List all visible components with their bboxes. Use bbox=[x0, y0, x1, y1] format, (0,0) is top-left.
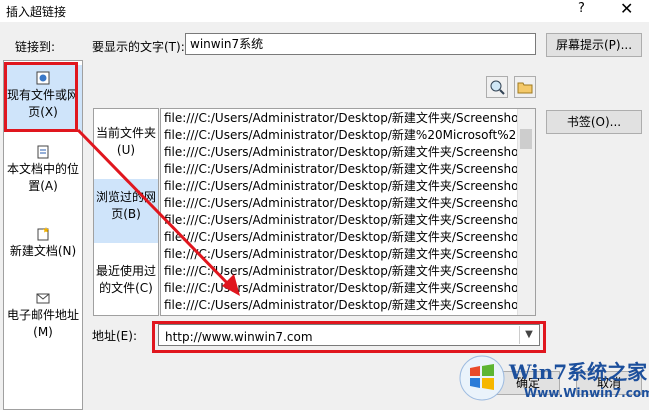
list-item[interactable]: file:///C:/Users/Administrator/Desktop/新… bbox=[164, 246, 523, 263]
web-page-icon bbox=[36, 71, 50, 85]
list-item[interactable]: file:///C:/Users/Administrator/Desktop/新… bbox=[164, 195, 523, 212]
list-item[interactable]: file:///C:/Users/Administrator/Desktop/新… bbox=[164, 127, 524, 144]
email-icon bbox=[36, 293, 50, 304]
chevron-down-icon[interactable]: ▼ bbox=[519, 326, 538, 344]
scrollbar-thumb[interactable] bbox=[520, 129, 532, 149]
address-input[interactable]: http://www.winwin7.com ▼ bbox=[158, 324, 540, 346]
display-text-label: 要显示的文字(T): bbox=[92, 40, 185, 54]
tab-current-folder[interactable]: 当前文件夹(U) bbox=[94, 125, 158, 165]
tab-label: 浏览过的网页(B) bbox=[95, 190, 156, 221]
link-item-existing-file[interactable]: 现有文件或网页(X) bbox=[4, 65, 82, 131]
folder-icon bbox=[517, 82, 533, 94]
display-text-value: winwin7系统 bbox=[190, 37, 264, 51]
bookmark-button[interactable]: 书签(O)... bbox=[546, 110, 642, 134]
link-to-panel: 现有文件或网页(X) 本文档中的位置(A) 新建文档(N) 电子邮件地址(M) bbox=[3, 60, 83, 410]
close-button[interactable]: ✕ bbox=[620, 0, 633, 18]
list-item[interactable]: file:///C:/Users/Administrator/Desktop/新… bbox=[164, 263, 523, 280]
list-item[interactable]: file:///C:/Users/Administrator/Desktop/新… bbox=[164, 229, 523, 246]
list-item[interactable]: file:///C:/Users/Administrator/Desktop/新… bbox=[164, 178, 523, 195]
list-item[interactable]: file:///C:/Users/Administrator/Desktop/新… bbox=[164, 110, 523, 127]
list-item[interactable]: file:///C:/Users/Administrator/Desktop/新… bbox=[164, 297, 523, 314]
link-to-label: 链接到: bbox=[15, 40, 56, 54]
browse-web-button[interactable] bbox=[486, 76, 508, 98]
document-place-icon bbox=[37, 145, 49, 159]
link-item-label: 电子邮件地址(M) bbox=[6, 308, 79, 339]
list-item[interactable]: file:///C:/Users/Administrator/Desktop/新… bbox=[164, 212, 523, 229]
link-item-label: 本文档中的位置(A) bbox=[6, 162, 79, 193]
browse-web-icon bbox=[490, 80, 505, 95]
browsed-pages-list[interactable]: file:///C:/Users/Administrator/Desktop/新… bbox=[160, 108, 536, 316]
address-value: http://www.winwin7.com bbox=[165, 330, 313, 344]
screen-tip-button[interactable]: 屏幕提示(P)... bbox=[546, 33, 642, 57]
list-scrollbar[interactable] bbox=[517, 109, 535, 315]
tab-label: 当前文件夹(U) bbox=[95, 126, 156, 157]
watermark-text: Win7系统之家 bbox=[509, 360, 648, 384]
browse-file-button[interactable] bbox=[514, 76, 536, 98]
watermark-url: Www.Winwin7.com bbox=[524, 386, 649, 400]
list-item[interactable]: file:///C:/Users/Administrator/Desktop/新… bbox=[164, 144, 523, 161]
link-item-label: 新建文档(N) bbox=[9, 244, 77, 258]
dialog-title: 插入超链接 bbox=[6, 5, 67, 19]
address-label: 地址(E): bbox=[92, 329, 137, 343]
link-item-new-document[interactable]: 新建文档(N) bbox=[4, 227, 82, 271]
list-item[interactable]: file:///C:/Users/Administrator/Desktop/新… bbox=[164, 161, 523, 178]
help-button[interactable]: ? bbox=[578, 1, 585, 16]
windows-logo-icon bbox=[459, 355, 505, 401]
link-item-email-address[interactable]: 电子邮件地址(M) bbox=[4, 291, 82, 351]
list-item[interactable]: file:///C:/Users/Administrator/Desktop/新… bbox=[164, 280, 523, 297]
display-text-input[interactable]: winwin7系统 bbox=[185, 33, 536, 55]
tab-label: 最近使用过的文件(C) bbox=[95, 264, 156, 295]
tab-browsed-pages[interactable]: 浏览过的网页(B) bbox=[94, 179, 158, 243]
tab-recent-files[interactable]: 最近使用过的文件(C) bbox=[94, 263, 158, 303]
link-item-place-in-document[interactable]: 本文档中的位置(A) bbox=[4, 145, 82, 205]
look-in-tabs: 当前文件夹(U) 浏览过的网页(B) 最近使用过的文件(C) bbox=[93, 108, 159, 316]
new-document-icon bbox=[37, 227, 49, 241]
watermark: Win7系统之家 Www.Winwin7.com bbox=[452, 352, 649, 408]
link-item-label: 现有文件或网页(X) bbox=[6, 88, 79, 119]
title-bar: 插入超链接 ? ✕ bbox=[0, 0, 649, 22]
